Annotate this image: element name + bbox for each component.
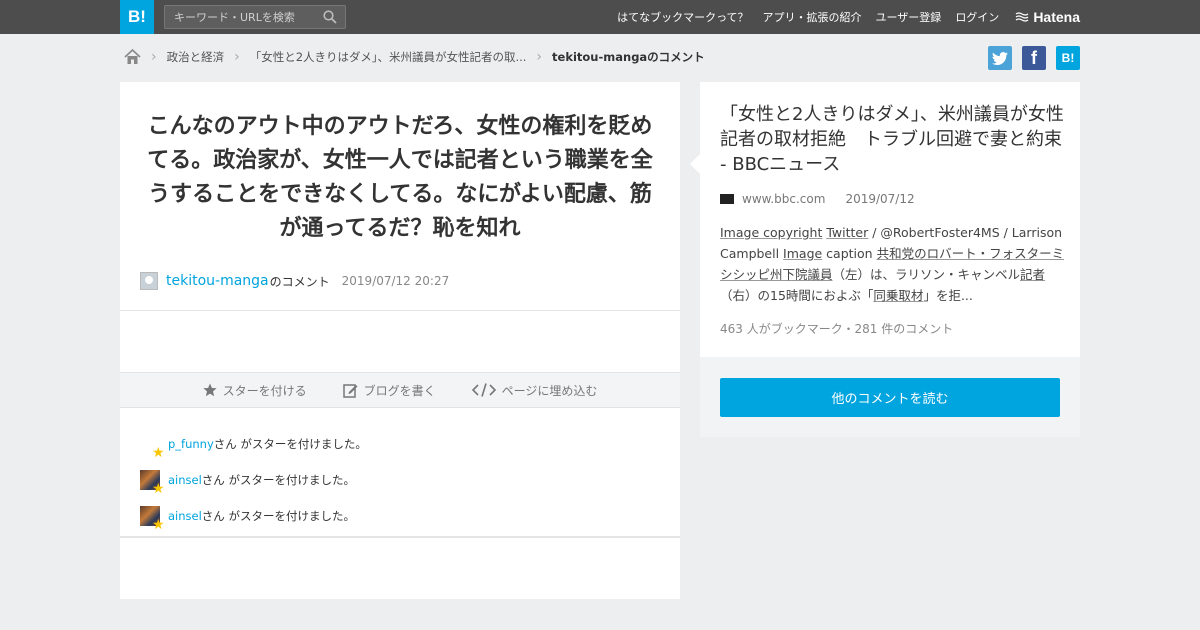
hatebu-share-button[interactable]: B! — [1056, 46, 1080, 70]
nav-about[interactable]: はてなブックマークって？ — [617, 9, 748, 25]
star-entry: ★ ainsel さん がスターを付けました。 — [140, 462, 367, 498]
star-user-link[interactable]: ainsel — [168, 509, 202, 523]
star-user-link[interactable]: ainsel — [168, 473, 202, 487]
breadcrumb-entry[interactable]: 「女性と2人きりはダメ」、米州議員が女性記者の取... — [250, 49, 527, 65]
comment-text: こんなのアウト中のアウトだろ、女性の権利を貶めてる。政治家が、女性一人では記者と… — [147, 114, 653, 241]
keyword-link[interactable]: Twitter — [826, 225, 868, 240]
desc-text: caption — [822, 246, 877, 261]
keyword-link[interactable]: 記者 — [1020, 267, 1045, 282]
star-message: さん がスターを付けました。 — [213, 437, 367, 451]
star-list: ★ p_funny さん がスターを付けました。 ★ ainsel さん がスタ… — [140, 426, 367, 534]
entry-title[interactable]: 「女性と2人きりはダメ」、米州議員が女性記者の取材拒絶 トラブル回避で妻と約束 … — [720, 102, 1065, 177]
avatar[interactable] — [140, 272, 158, 290]
star-user-avatar[interactable]: ★ — [140, 506, 165, 532]
entry-date: 2019/07/12 — [845, 192, 915, 206]
chevron-right-icon: › — [536, 49, 543, 65]
hatena-logo[interactable]: Hatena — [1015, 9, 1080, 25]
entry-description: Image copyright Twitter / @RobertFoster4… — [720, 222, 1065, 306]
search-box[interactable] — [164, 5, 346, 29]
chevron-right-icon: › — [234, 49, 240, 65]
share-buttons: f B! — [988, 46, 1080, 70]
header-nav: はてなブックマークって？ アプリ・拡張の紹介 ユーザー登録 ログイン Haten… — [603, 0, 1080, 34]
search-input[interactable] — [165, 6, 315, 28]
star-entry: ★ ainsel さん がスターを付けました。 — [140, 498, 367, 534]
comment-author-row: tekitou-manga のコメント 2019/07/12 20:27 — [140, 272, 449, 290]
edit-icon — [342, 383, 358, 398]
chevron-right-icon: › — [151, 49, 157, 65]
action-bar: スターを付ける ブログを書く ページに埋め込む — [120, 372, 680, 408]
entry-sidebar: 「女性と2人きりはダメ」、米州議員が女性記者の取材拒絶 トラブル回避で妻と約束 … — [690, 82, 1080, 437]
entry-card: 「女性と2人きりはダメ」、米州議員が女性記者の取材拒絶 トラブル回避で妻と約束 … — [690, 82, 1080, 357]
desc-text: 」を拒... — [923, 288, 973, 303]
embed-button[interactable]: ページに埋め込む — [471, 382, 598, 399]
desc-text: （右）の15時間におよぶ「 — [720, 288, 874, 303]
bbc-favicon-icon — [720, 194, 734, 204]
star-icon: ★ — [152, 445, 165, 461]
author-link[interactable]: tekitou-manga — [166, 273, 269, 289]
hatebu-logo[interactable]: B! — [120, 0, 154, 34]
star-icon: ★ — [152, 517, 165, 533]
nav-login[interactable]: ログイン — [955, 9, 999, 25]
entry-domain[interactable]: www.bbc.com — [742, 192, 825, 206]
read-other-comments-button[interactable]: 他のコメントを読む — [720, 378, 1060, 417]
nav-register[interactable]: ユーザー登録 — [876, 9, 942, 25]
nav-apps[interactable]: アプリ・拡張の紹介 — [763, 9, 862, 25]
twitter-icon — [992, 51, 1008, 65]
embed-label: ページに埋め込む — [501, 383, 598, 398]
keyword-link[interactable]: Image copyright — [720, 225, 822, 240]
write-blog-label: ブログを書く — [363, 383, 436, 398]
home-icon[interactable] — [124, 49, 141, 65]
star-user-avatar[interactable]: ★ — [140, 470, 165, 496]
hatena-logo-text: Hatena — [1033, 9, 1080, 25]
star-icon: ★ — [152, 481, 165, 497]
breadcrumb-current: tekitou-mangaのコメント — [552, 50, 705, 64]
star-icon — [202, 383, 217, 397]
hatena-mark-icon — [1015, 12, 1029, 22]
code-icon — [471, 383, 496, 397]
add-star-label: スターを付ける — [222, 383, 307, 398]
author-suffix: のコメント — [269, 274, 330, 289]
entry-meta: www.bbc.com 2019/07/12 — [720, 192, 915, 206]
divider — [120, 536, 680, 538]
desc-text: （左）は、ラリソン・キャンベル — [832, 267, 1021, 282]
bookmark-count[interactable]: 463 人がブックマーク・281 件のコメント — [720, 320, 953, 337]
keyword-link[interactable]: Image — [783, 246, 822, 261]
star-message: さん がスターを付けました。 — [201, 509, 355, 523]
top-header: B! はてなブックマークって？ アプリ・拡張の紹介 ユーザー登録 ログイン Ha… — [0, 0, 1200, 34]
star-entry: ★ p_funny さん がスターを付けました。 — [140, 426, 367, 462]
star-user-avatar[interactable]: ★ — [140, 434, 165, 460]
search-icon[interactable] — [323, 10, 337, 24]
star-message: さん がスターを付けました。 — [201, 473, 355, 487]
keyword-link[interactable]: 同乗取材 — [873, 288, 923, 303]
comment-date[interactable]: 2019/07/12 20:27 — [342, 274, 450, 288]
write-blog-button[interactable]: ブログを書く — [342, 382, 436, 399]
breadcrumb-category[interactable]: 政治と経済 — [167, 49, 225, 65]
add-star-button[interactable]: スターを付ける — [202, 382, 307, 399]
comment-card: こんなのアウト中のアウトだろ、女性の権利を貶めてる。政治家が、女性一人では記者と… — [120, 82, 680, 599]
twitter-share-button[interactable] — [988, 46, 1012, 70]
breadcrumb: › 政治と経済 › 「女性と2人きりはダメ」、米州議員が女性記者の取... › … — [124, 47, 705, 67]
facebook-share-button[interactable]: f — [1022, 46, 1046, 70]
divider — [120, 310, 680, 311]
star-user-link[interactable]: p_funny — [168, 437, 214, 451]
